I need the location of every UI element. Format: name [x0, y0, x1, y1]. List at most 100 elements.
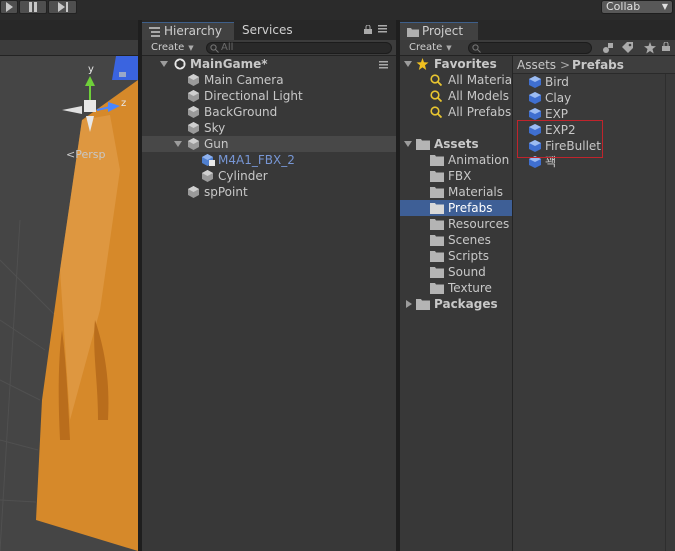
favorites-row[interactable]: Favorites [400, 56, 512, 72]
favorites-item[interactable]: All Prefabs [400, 104, 512, 120]
project-asset-list: Assets > Prefabs Bird Clay EXP EXP2 Fire… [513, 56, 675, 551]
hierarchy-tab-bar: Hierarchy Services [142, 20, 396, 40]
collab-dropdown[interactable]: Collab ▼ [601, 0, 673, 14]
filter-by-type-icon[interactable] [602, 42, 614, 54]
folder-item[interactable]: Scenes [400, 232, 512, 248]
panel-menu-icon[interactable] [378, 25, 390, 33]
persp-text: Persp [75, 148, 106, 161]
hierarchy-item[interactable]: BackGround [142, 104, 396, 120]
favorites-item[interactable]: All Material [400, 72, 515, 88]
assets-row[interactable]: Assets [400, 136, 512, 152]
hierarchy-item-label: spPoint [204, 185, 248, 199]
scene-menu-icon[interactable] [379, 61, 391, 69]
hierarchy-item-label: Main Camera [204, 73, 284, 87]
folder-item-selected[interactable]: Prefabs [400, 200, 512, 216]
hierarchy-item-label: BackGround [204, 105, 278, 119]
hierarchy-item-label: Sky [204, 121, 226, 135]
folder-item[interactable]: Materials [400, 184, 512, 200]
breadcrumb-current[interactable]: Prefabs [572, 58, 624, 72]
scrollbar[interactable] [665, 74, 675, 551]
star-icon[interactable] [644, 42, 656, 54]
hierarchy-create-button[interactable]: Create ▼ [147, 41, 198, 55]
tab-hierarchy[interactable]: Hierarchy [142, 22, 234, 40]
folder-icon [430, 171, 444, 182]
search-icon [430, 106, 442, 118]
hierarchy-item-label: Gun [204, 137, 229, 151]
gameobject-icon [188, 74, 199, 86]
folder-item[interactable]: Texture [400, 280, 512, 296]
favorites-item-label: All Models [448, 89, 509, 103]
assets-label: Assets [434, 137, 479, 151]
gizmo-z-label: z [121, 98, 127, 109]
hierarchy-item-gun[interactable]: Gun [142, 136, 396, 152]
folder-label: Resources [448, 217, 510, 231]
gameobject-icon [188, 138, 199, 150]
play-button[interactable] [0, 0, 18, 14]
folder-item[interactable]: Scripts [400, 248, 512, 264]
folder-icon [407, 28, 419, 37]
prefab-model-icon [202, 154, 215, 166]
project-search-input[interactable] [468, 42, 592, 54]
gizmo-center [84, 100, 96, 112]
gizmo-x-cone [62, 106, 82, 114]
hierarchy-item[interactable]: M4A1_FBX_2 [142, 152, 396, 168]
tab-project[interactable]: Project [400, 22, 478, 40]
favorites-item-label: All Prefabs [448, 105, 512, 119]
persp-label[interactable]: <Persp [66, 148, 105, 161]
hierarchy-item-label: Cylinder [218, 169, 268, 183]
lock-icon[interactable] [364, 25, 372, 34]
hierarchy-item[interactable]: Main Camera [142, 72, 396, 88]
folder-icon [430, 235, 444, 246]
expand-arrow-icon [160, 61, 168, 67]
play-icon [6, 2, 13, 12]
chevron-down-icon: ▼ [446, 44, 452, 52]
project-tab-bar: Project [400, 20, 675, 40]
folder-icon [430, 267, 444, 278]
pause-icon [29, 2, 37, 12]
folder-icon [430, 251, 444, 262]
hierarchy-toolbar: Create ▼ All [142, 40, 396, 56]
hierarchy-item[interactable]: spPoint [142, 184, 396, 200]
pause-button[interactable] [19, 0, 47, 14]
prefab-item[interactable]: Bird [513, 74, 675, 90]
collapse-arrow-icon [406, 300, 412, 308]
packages-label: Packages [434, 297, 498, 311]
hierarchy-item[interactable]: Cylinder [142, 168, 396, 184]
favorites-item[interactable]: All Models [400, 88, 512, 104]
hierarchy-item[interactable]: Sky [142, 120, 396, 136]
filter-by-label-icon[interactable] [622, 42, 634, 54]
folder-label: FBX [448, 169, 472, 183]
folder-item[interactable]: Resources [400, 216, 512, 232]
lock-icon[interactable] [662, 42, 672, 52]
scene-row[interactable]: MainGame* [142, 56, 396, 72]
project-create-button[interactable]: Create ▼ [405, 41, 456, 55]
folder-item[interactable]: FBX [400, 168, 512, 184]
prefab-label: Clay [545, 91, 572, 105]
project-panel: Project Create ▼ Favorites All Material A… [400, 20, 675, 551]
tab-services[interactable]: Services [242, 22, 293, 40]
step-button[interactable] [48, 0, 77, 14]
highlight-box [517, 120, 603, 158]
hierarchy-item[interactable]: Directional Light [142, 88, 396, 104]
project-folder-tree: Favorites All Material All Models All Pr… [400, 56, 515, 551]
search-icon [210, 44, 219, 53]
search-icon [430, 90, 442, 102]
hierarchy-search-input[interactable]: All [206, 42, 392, 54]
tab-project-label: Project [422, 24, 464, 38]
folder-item[interactable]: Sound [400, 264, 512, 280]
project-toolbar: Create ▼ [400, 40, 675, 56]
breadcrumb-separator: > [560, 58, 571, 72]
prefab-item[interactable]: Clay [513, 90, 675, 106]
breadcrumb-root[interactable]: Assets [517, 58, 556, 72]
prefab-icon [529, 76, 541, 88]
folder-label: Texture [448, 281, 492, 295]
folder-icon [430, 155, 444, 166]
folder-label: Sound [448, 265, 486, 279]
star-icon [416, 58, 429, 70]
folder-icon [416, 139, 430, 150]
step-icon [57, 2, 68, 12]
packages-row[interactable]: Packages [400, 296, 512, 312]
scene-view[interactable]: y z <Persp [0, 20, 138, 551]
gameobject-icon [188, 186, 199, 198]
folder-item[interactable]: Animation [400, 152, 512, 168]
